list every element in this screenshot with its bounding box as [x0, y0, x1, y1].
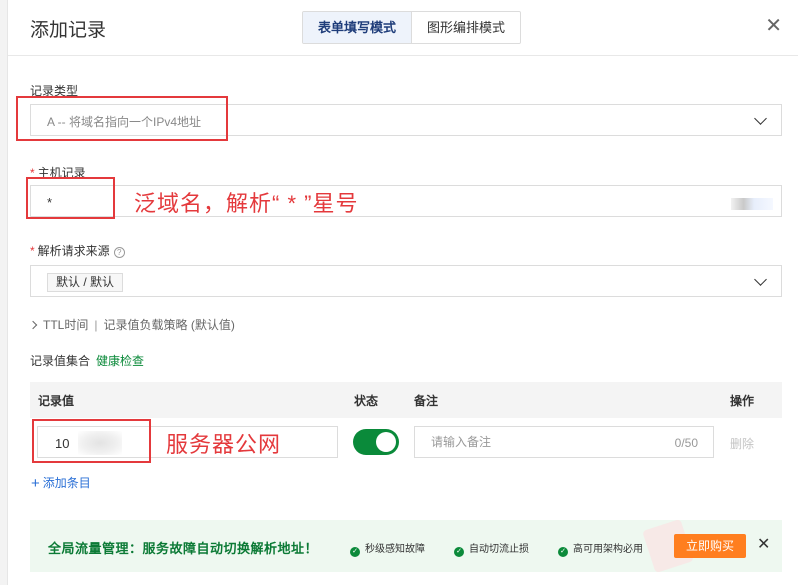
close-icon[interactable]: ✕	[765, 16, 782, 36]
annotation-highlight-box	[32, 419, 151, 463]
chevron-down-icon	[754, 273, 767, 286]
col-record-value: 记录值	[38, 394, 75, 408]
col-status: 状态	[354, 394, 379, 408]
buy-now-button[interactable]: 立即购买	[674, 534, 746, 558]
chevron-right-icon	[28, 320, 38, 330]
background-page-edge	[0, 0, 8, 585]
ttl-label: TTL时间	[43, 318, 89, 332]
remark-char-count: 0/50	[674, 436, 698, 450]
banner-title: 全局流量管理：服务故障自动切换解析地址！	[48, 541, 319, 556]
banner-feature: ✓ 秒级感知故障	[350, 540, 425, 557]
source-label: * 解析请求来源?	[30, 242, 125, 259]
banner-feature: ✓ 高可用架构必用	[558, 540, 643, 557]
toggle-knob	[376, 432, 396, 452]
source-select[interactable]: 默认 / 默认	[30, 265, 782, 297]
add-item-button[interactable]: + 添加条目	[31, 474, 91, 492]
annotation-public-ip-note: 服务器公网	[166, 432, 282, 457]
close-icon[interactable]: ✕	[757, 534, 770, 554]
annotation-highlight-box	[16, 96, 228, 141]
col-remark: 备注	[414, 394, 439, 408]
banner-feature: ✓ 自动切流止损	[454, 540, 529, 557]
mode-tabs: 表单填写模式 图形编排模式	[302, 11, 522, 44]
promo-banner: 全局流量管理：服务故障自动切换解析地址！ ✓ 秒级感知故障 ✓ 自动切流止损 ✓ 高可…	[30, 520, 782, 572]
ttl-expander[interactable]: TTL时间 | 记录值负载策略 (默认值)	[28, 316, 235, 333]
remark-field: 0/50	[414, 426, 714, 458]
record-set-title: 记录值集合 健康检查	[30, 354, 145, 368]
check-circle-icon: ✓	[558, 547, 568, 557]
chevron-down-icon	[754, 112, 767, 125]
plus-icon: +	[31, 475, 40, 492]
col-action: 操作	[730, 394, 755, 408]
source-tag: 默认 / 默认	[47, 273, 124, 292]
annotation-highlight-box	[26, 177, 115, 219]
check-circle-icon: ✓	[454, 547, 464, 557]
table-header: 记录值 状态 备注 操作	[30, 382, 782, 418]
dialog-header: 添加记录 表单填写模式 图形编排模式 ✕	[8, 0, 798, 56]
help-icon[interactable]: ?	[113, 247, 125, 258]
blurred-suffix	[731, 198, 773, 210]
health-check-link[interactable]: 健康检查	[96, 354, 144, 368]
default-note: (默认值)	[190, 318, 235, 332]
delete-button[interactable]: 删除	[730, 435, 754, 452]
dialog-title: 添加记录	[30, 20, 107, 41]
remark-input[interactable]	[416, 428, 656, 456]
annotation-wildcard-note: 泛域名，解析“ * ”星号	[134, 191, 359, 216]
lb-strategy-label: 记录值负载策略	[103, 318, 188, 332]
tab-form-mode[interactable]: 表单填写模式	[303, 12, 413, 43]
status-toggle[interactable]	[353, 429, 399, 455]
check-circle-icon: ✓	[350, 547, 360, 557]
tab-graphic-mode[interactable]: 图形编排模式	[412, 12, 521, 43]
